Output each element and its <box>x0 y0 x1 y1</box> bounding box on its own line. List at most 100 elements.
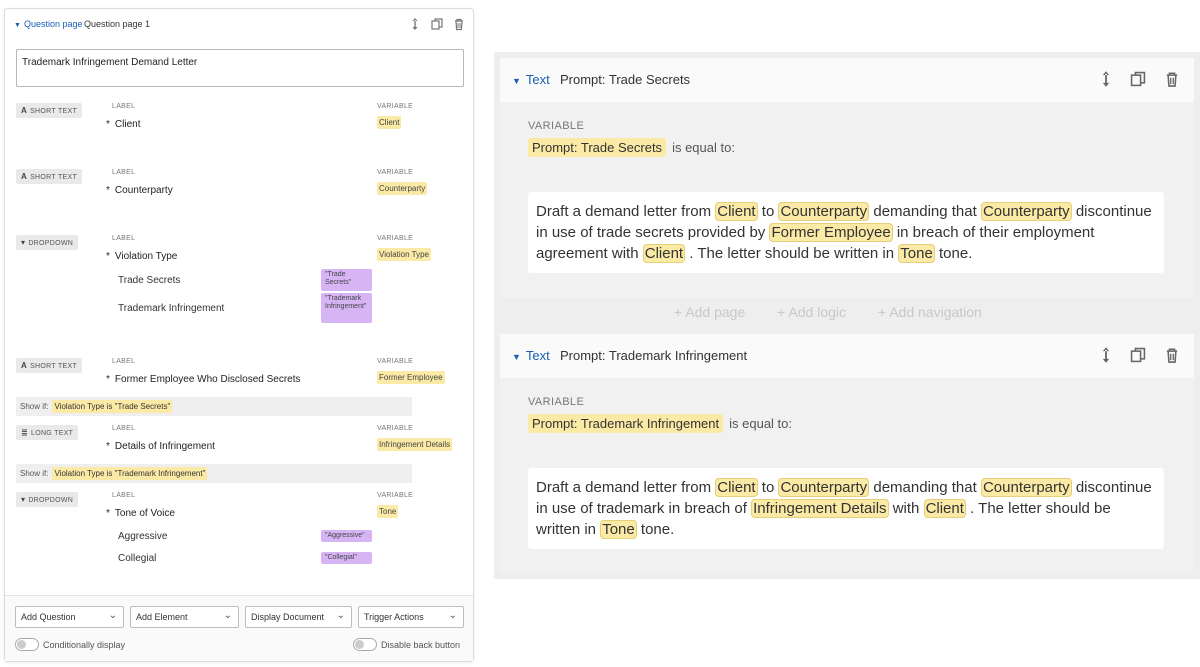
add-actions-bar: + Add page + Add logic + Add navigation <box>674 304 1010 320</box>
label-caption: LABEL <box>112 103 136 110</box>
duplicate-icon[interactable] <box>1129 346 1147 364</box>
duplicate-icon[interactable] <box>1129 70 1147 88</box>
chevron-down-icon: ▼ <box>512 352 521 362</box>
label-caption: LABEL <box>112 425 136 432</box>
text-block-title: Prompt: Trademark Infringement <box>560 348 748 363</box>
question-label: * Violation Type <box>106 251 178 262</box>
trash-icon[interactable] <box>1163 70 1181 88</box>
text-value-editor[interactable]: Draft a demand letter from Client to Cou… <box>528 468 1164 549</box>
variable-token[interactable]: Counterparty <box>980 478 1072 497</box>
option-value-chip[interactable]: "Trade Secrets" <box>321 269 372 291</box>
variable-chip[interactable]: Counterparty <box>377 182 428 195</box>
variable-assignment: Prompt: Trademark Infringement is equal t… <box>528 414 792 433</box>
text-type-icon: A <box>21 106 28 115</box>
text-block-toggle[interactable]: ▼ Text <box>512 72 550 87</box>
variable-token[interactable]: Counterparty <box>980 202 1072 221</box>
trigger-actions-select[interactable]: Trigger Actions ⌄ <box>358 606 464 628</box>
variable-chip[interactable]: Former Employee <box>377 371 445 384</box>
question-label: * Details of Infringement <box>106 441 215 452</box>
dropdown-option-label: Trade Secrets <box>118 275 181 286</box>
chevron-down-icon: ⌄ <box>108 610 117 621</box>
variable-token[interactable]: Former Employee <box>769 223 893 242</box>
duplicate-icon[interactable] <box>430 17 444 31</box>
add-page-link[interactable]: + Add page <box>674 304 745 320</box>
variable-caption: VARIABLE <box>377 169 414 176</box>
reorder-icon[interactable] <box>1097 70 1115 88</box>
dropdown-option-label: Aggressive <box>118 531 168 542</box>
variable-chip[interactable]: Client <box>377 116 402 129</box>
text-value-editor[interactable]: Draft a demand letter from Client to Cou… <box>528 192 1164 273</box>
variable-caption: VARIABLE <box>528 396 585 408</box>
text-block-header: ▼ Text Prompt: Trademark Infringement <box>500 334 1194 378</box>
option-value-chip[interactable]: "Trademark Infringement" <box>321 293 372 323</box>
variable-caption: VARIABLE <box>528 120 585 132</box>
disable-back-toggle[interactable] <box>353 638 377 651</box>
variable-caption: VARIABLE <box>377 358 414 365</box>
type-badge: A SHORT TEXT <box>16 358 83 373</box>
type-badge: ▾ DROPDOWN <box>16 492 79 507</box>
variable-caption: VARIABLE <box>377 425 414 432</box>
type-badge: A SHORT TEXT <box>16 103 83 118</box>
add-question-select[interactable]: Add Question ⌄ <box>15 606 124 628</box>
label-caption: LABEL <box>112 169 136 176</box>
type-badge: ▾ DROPDOWN <box>16 235 79 250</box>
chevron-down-icon: ⌄ <box>448 610 457 621</box>
variable-token[interactable]: Infringement Details <box>751 499 889 518</box>
text-type-icon: A <box>21 172 28 181</box>
question-page-title: Question page 1 <box>84 19 151 29</box>
trash-icon[interactable] <box>1163 346 1181 364</box>
display-document-select[interactable]: Display Document ⌄ <box>245 606 352 628</box>
conditionally-display-toggle[interactable] <box>15 638 39 651</box>
option-value-chip[interactable]: "Collegial" <box>321 552 372 564</box>
chevron-down-icon: ⌄ <box>223 610 232 621</box>
dropdown-type-icon: ▾ <box>21 238 26 247</box>
variable-token[interactable]: Client <box>715 202 758 221</box>
dropdown-type-icon: ▾ <box>21 495 26 504</box>
question-label: * Counterparty <box>106 185 173 196</box>
variable-token[interactable]: Counterparty <box>778 202 870 221</box>
type-badge: A SHORT TEXT <box>16 169 83 184</box>
variable-token[interactable]: Counterparty <box>778 478 870 497</box>
text-block-title: Prompt: Trade Secrets <box>560 72 691 87</box>
page-title-input[interactable]: Trademark Infringement Demand Letter <box>16 49 464 87</box>
variable-token[interactable]: Client <box>642 244 686 263</box>
label-caption: LABEL <box>112 235 136 242</box>
question-label: * Former Employee Who Disclosed Secrets <box>106 374 301 385</box>
variable-chip[interactable]: Infringement Details <box>377 438 453 451</box>
variable-assignment: Prompt: Trade Secrets is equal to: <box>528 138 735 157</box>
text-block-body: VARIABLE Prompt: Trademark Infringement i… <box>500 378 1194 572</box>
variable-chip[interactable]: Prompt: Trademark Infringement <box>528 414 724 433</box>
reorder-icon[interactable] <box>408 17 422 31</box>
show-if-condition[interactable]: Show if: Violation Type is "Trademark Inf… <box>16 464 412 483</box>
text-block-toggle[interactable]: ▼ Text <box>512 348 550 363</box>
show-if-condition[interactable]: Show if: Violation Type is "Trade Secrets… <box>16 397 412 416</box>
text-block-body: VARIABLE Prompt: Trade Secrets is equal t… <box>500 102 1194 298</box>
question-page-panel: ▼ Question page Question page 1 Trademark… <box>4 8 474 662</box>
text-block-header: ▼ Text Prompt: Trade Secrets <box>500 58 1194 102</box>
question-page-toggle[interactable]: ▼ Question page <box>14 19 82 29</box>
variable-chip[interactable]: Tone <box>377 505 399 518</box>
variable-token[interactable]: Client <box>715 478 758 497</box>
question-label: * Tone of Voice <box>106 508 175 519</box>
variable-token[interactable]: Tone <box>898 244 935 263</box>
add-logic-link[interactable]: + Add logic <box>777 304 846 320</box>
variable-token[interactable]: Client <box>923 499 966 518</box>
reorder-icon[interactable] <box>1097 346 1115 364</box>
chevron-down-icon: ▼ <box>512 76 521 86</box>
conditionally-display-label: Conditionally display <box>43 640 126 650</box>
long-text-type-icon: ≣ <box>21 428 29 437</box>
add-navigation-link[interactable]: + Add navigation <box>878 304 982 320</box>
variable-token[interactable]: Tone <box>600 520 637 539</box>
variable-chip[interactable]: Violation Type <box>377 248 431 261</box>
chevron-down-icon: ⌄ <box>336 610 345 621</box>
option-value-chip[interactable]: "Aggressive" <box>321 530 372 542</box>
text-type-icon: A <box>21 361 28 370</box>
dropdown-option-label: Collegial <box>118 553 157 564</box>
logic-blocks-panel: ▼ Text Prompt: Trade Secrets VARIABLE Pro… <box>494 52 1200 579</box>
variable-chip[interactable]: Prompt: Trade Secrets <box>528 138 667 157</box>
add-element-select[interactable]: Add Element ⌄ <box>130 606 239 628</box>
disable-back-label: Disable back button <box>381 640 461 650</box>
trash-icon[interactable] <box>452 17 466 31</box>
dropdown-option-label: Trademark Infringement <box>118 303 225 314</box>
variable-caption: VARIABLE <box>377 103 414 110</box>
